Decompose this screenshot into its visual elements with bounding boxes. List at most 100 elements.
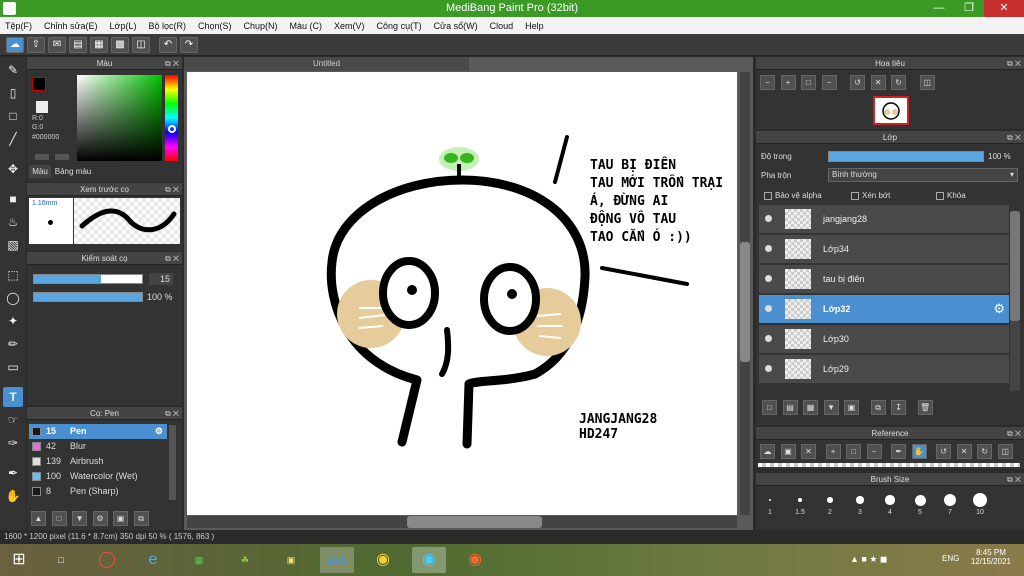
text-tool-icon[interactable]: T xyxy=(3,387,23,407)
restore-button[interactable]: ❐ xyxy=(954,0,984,17)
duplicate-layer-icon[interactable]: ⧉ xyxy=(870,400,886,415)
gradient-tool-icon[interactable]: ▧ xyxy=(3,235,23,255)
reference-close-icon[interactable]: ✕ xyxy=(801,444,817,459)
copy-icon[interactable]: ⧉ xyxy=(133,511,149,526)
taskbar-app-medibang[interactable]: ◉ xyxy=(412,547,446,573)
layer-row[interactable]: Lớp34 xyxy=(759,235,1009,264)
taskbar-app-zalo[interactable]: Zalo xyxy=(320,547,354,573)
brush-size-option[interactable]: 5 xyxy=(910,509,930,516)
brush-size-dot[interactable] xyxy=(972,492,988,508)
color-swap-button[interactable] xyxy=(55,154,69,160)
add-brush-icon[interactable]: ▲ xyxy=(31,511,46,526)
taskbar-app-green[interactable]: ☘ xyxy=(228,547,262,573)
canvas-horizontal-scrollbar[interactable] xyxy=(187,516,737,528)
move-tool-icon[interactable]: ✥ xyxy=(3,159,23,179)
select-eraser-icon[interactable]: ▭ xyxy=(3,357,23,377)
menu-filter[interactable]: Bộ lọc(R) xyxy=(148,21,186,31)
tab-untitled[interactable]: Untitled xyxy=(184,57,469,71)
taskbar-app-chrome-profile[interactable]: ◉ xyxy=(458,547,492,573)
menu-color[interactable]: Màu (C) xyxy=(290,21,323,31)
brush-size-value[interactable]: 15 xyxy=(149,273,173,285)
menu-snap[interactable]: Chụp(N) xyxy=(244,21,278,31)
menu-select[interactable]: Chọn(S) xyxy=(198,21,232,31)
reference-reset-icon[interactable]: ✕ xyxy=(956,444,972,459)
brush-size-option[interactable]: 10 xyxy=(970,509,990,516)
zoom-in-icon[interactable]: + xyxy=(780,75,796,90)
brush-list-item[interactable]: 42 Blur xyxy=(29,439,167,454)
eraser-tool-icon[interactable]: ▯ xyxy=(3,83,23,103)
layer-scrollbar[interactable] xyxy=(1010,211,1020,391)
color-mode-button[interactable] xyxy=(35,154,49,160)
foreground-color-swatch[interactable] xyxy=(32,77,46,91)
fill-rect-tool-icon[interactable]: ■ xyxy=(3,189,23,209)
grid-icon[interactable]: ▩ xyxy=(111,36,129,53)
layer-row[interactable]: Lớp32 ⚙ xyxy=(759,295,1009,324)
zoom-out-icon[interactable]: − xyxy=(760,75,775,90)
folder-icon[interactable]: ▣ xyxy=(113,511,129,526)
menu-file[interactable]: Tệp(F) xyxy=(5,21,32,31)
pen-tool-icon[interactable]: ✒ xyxy=(3,463,23,483)
magic-wand-icon[interactable]: ✦ xyxy=(3,311,23,331)
brush-size-slider[interactable] xyxy=(33,274,143,284)
panel-close-icon[interactable]: ⧉ ✕ xyxy=(1007,427,1021,440)
brush-size-option[interactable]: 2 xyxy=(820,509,840,516)
line-tool-icon[interactable]: ╱ xyxy=(3,129,23,149)
reference-fit-icon[interactable]: □ xyxy=(846,444,862,459)
brush-opacity-slider[interactable] xyxy=(33,292,143,302)
visibility-icon[interactable] xyxy=(765,215,772,222)
saturation-value-picker[interactable] xyxy=(77,75,162,161)
clock[interactable]: 8:45 PM 12/15/2021 xyxy=(966,548,1016,566)
layer-row[interactable]: tau bị điên xyxy=(759,265,1009,294)
hue-slider[interactable] xyxy=(165,75,178,161)
brush-size-option[interactable]: 7 xyxy=(940,509,960,516)
clipping-checkbox[interactable]: Xén bớt xyxy=(851,191,890,200)
new-halftone-layer-icon[interactable]: ▤ xyxy=(782,400,798,415)
hue-handle[interactable] xyxy=(168,125,176,133)
menu-tools[interactable]: Công cụ(T) xyxy=(377,21,422,31)
document-icon[interactable]: ▤ xyxy=(69,36,87,53)
layer-row[interactable]: Lớp30 xyxy=(759,325,1009,354)
taskbar-app-chrome[interactable]: ◉ xyxy=(366,547,400,573)
visibility-icon[interactable] xyxy=(765,305,772,312)
gear-icon[interactable]: ⚙ xyxy=(155,424,163,439)
shape-tool-icon[interactable]: □ xyxy=(3,106,23,126)
transparent-swatch[interactable] xyxy=(36,101,48,113)
brush-tool-icon[interactable]: ✎ xyxy=(3,60,23,80)
page-icon[interactable]: ▦ xyxy=(90,36,108,53)
taskbar-app-notepad[interactable]: □ xyxy=(44,547,78,573)
rotate-left-icon[interactable]: ↺ xyxy=(850,75,866,90)
taskbar-app-ie[interactable]: e xyxy=(136,547,170,573)
reference-hand-icon[interactable]: ✋ xyxy=(911,444,927,459)
reference-rotate-right-icon[interactable]: ↻ xyxy=(977,444,993,459)
new-layer-icon[interactable]: □ xyxy=(762,400,777,415)
reference-zoom-out-icon[interactable]: − xyxy=(866,444,882,459)
minimize-button[interactable]: — xyxy=(924,0,954,17)
undo-icon[interactable]: ↶ xyxy=(159,36,177,53)
canvas-vertical-scrollbar[interactable] xyxy=(740,72,750,515)
reference-open-icon[interactable]: ▣ xyxy=(780,444,796,459)
reset-icon[interactable]: ✕ xyxy=(870,75,886,90)
brush-size-dot[interactable] xyxy=(856,496,864,504)
lock-checkbox[interactable]: Khóa xyxy=(936,191,966,200)
flip-icon[interactable]: ◫ xyxy=(919,75,935,90)
taskbar-app-opera[interactable]: ◯ xyxy=(90,547,124,573)
menu-cloud[interactable]: Cloud xyxy=(490,21,514,31)
brush-size-dot[interactable] xyxy=(943,493,957,507)
close-button[interactable]: ✕ xyxy=(984,0,1024,17)
merge-layer-icon[interactable]: ↧ xyxy=(891,400,907,415)
drawing-canvas[interactable]: TAU BỊ ĐIÊN TAU MỚI TRỐN TRẠI Á, ĐỪNG AI… xyxy=(187,72,737,515)
start-button[interactable]: ⊞ xyxy=(2,547,36,573)
cloud-icon[interactable]: ☁ xyxy=(6,36,24,53)
brush-list-item[interactable]: 139 Airbrush xyxy=(29,454,167,469)
brush-size-option[interactable]: 4 xyxy=(880,509,900,516)
alpha-protect-checkbox[interactable]: Bảo vệ alpha xyxy=(764,191,822,200)
brush-size-dot[interactable] xyxy=(914,494,926,506)
visibility-icon[interactable] xyxy=(765,275,772,282)
operation-tool-icon[interactable]: ☞ xyxy=(3,410,23,430)
menu-layer[interactable]: Lớp(L) xyxy=(110,21,137,31)
visibility-icon[interactable] xyxy=(765,365,772,372)
gear-icon[interactable]: ⚙ xyxy=(993,301,1005,317)
brush-list-scrollbar[interactable] xyxy=(169,425,176,500)
tab-palette[interactable]: Bảng màu xyxy=(53,165,93,178)
brush-size-option[interactable]: 3 xyxy=(850,509,870,516)
